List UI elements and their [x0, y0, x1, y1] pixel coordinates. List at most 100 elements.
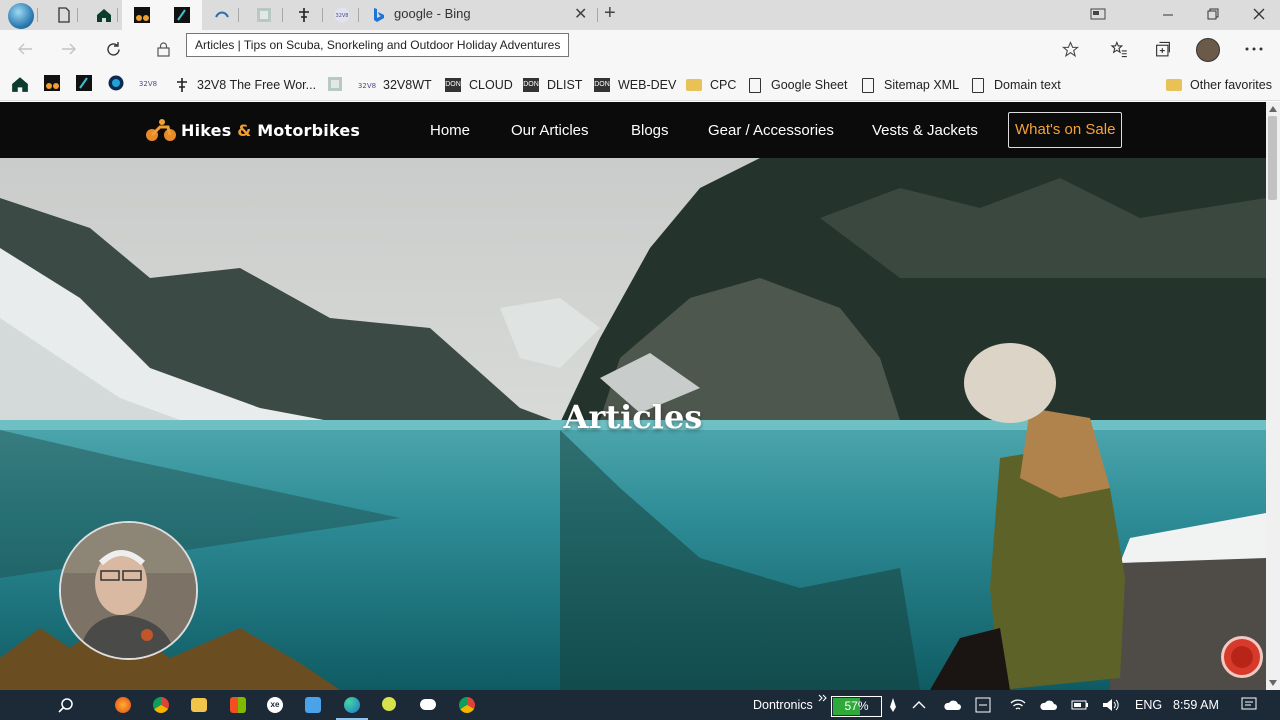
- favorite-item[interactable]: DON WEB-DEV: [594, 75, 676, 95]
- tab-document-2[interactable]: [50, 0, 78, 30]
- favorite-label: CPC: [710, 78, 737, 92]
- favorite-label: Google Sheet: [771, 78, 848, 92]
- wifi-icon[interactable]: [1010, 698, 1026, 712]
- pen-icon[interactable]: [888, 697, 898, 713]
- favorite-item[interactable]: 32V8 The Free Wor...: [174, 75, 316, 95]
- home-icon[interactable]: [11, 75, 29, 93]
- 32v8-icon[interactable]: 32V8: [139, 76, 157, 90]
- new-tab-button[interactable]: +: [604, 2, 616, 25]
- app-tray-icon[interactable]: [975, 697, 991, 713]
- motorbike-icon: [146, 119, 176, 141]
- favorite-item[interactable]: Google Sheet: [749, 75, 847, 95]
- tab-articles[interactable]: [162, 0, 202, 30]
- favorite-star-icon[interactable]: [1062, 41, 1079, 58]
- onedrive-icon[interactable]: [943, 699, 961, 711]
- hero-title: Articles: [563, 398, 703, 436]
- profile-avatar[interactable]: [1196, 38, 1220, 62]
- favorites-bar: 32V8 32V8 The Free Wor... 32V8 32V8WT DO…: [0, 70, 1280, 101]
- wave-icon: [215, 11, 229, 18]
- language-indicator[interactable]: ENG: [1135, 698, 1162, 712]
- circle-logo-icon[interactable]: [108, 75, 124, 91]
- chrome-icon[interactable]: [459, 697, 475, 713]
- tab-actions-icon[interactable]: [1090, 7, 1106, 21]
- favorite-item[interactable]: Sitemap XML: [862, 75, 959, 95]
- dkn-icon: DON: [445, 78, 461, 92]
- favorite-label: 32V8WT: [383, 78, 432, 92]
- restore-icon[interactable]: [1207, 8, 1219, 20]
- pin-icon: [177, 78, 187, 92]
- tab-image[interactable]: [245, 0, 283, 30]
- tab-pin[interactable]: [285, 0, 323, 30]
- active-tab-title: google - Bing: [394, 6, 471, 21]
- bing-icon: [374, 8, 384, 22]
- xe-icon[interactable]: xe: [267, 697, 283, 713]
- favorite-item[interactable]: CPC: [686, 75, 736, 95]
- favorite-item[interactable]: DON CLOUD: [445, 75, 513, 95]
- back-icon[interactable]: [17, 42, 33, 56]
- collections-icon[interactable]: [1154, 41, 1172, 58]
- motorbike-icon: [134, 7, 150, 23]
- close-window-icon[interactable]: [1253, 8, 1265, 20]
- battery-icon[interactable]: [1071, 699, 1089, 711]
- tab-wave[interactable]: [205, 0, 239, 30]
- nav-our-articles[interactable]: Our Articles: [511, 122, 589, 139]
- office-icon[interactable]: [230, 697, 246, 713]
- svg-text:32V8: 32V8: [336, 13, 349, 19]
- edge-icon[interactable]: [344, 697, 360, 713]
- cloud-app-icon[interactable]: [420, 699, 436, 710]
- nav-blogs[interactable]: Blogs: [631, 122, 669, 139]
- file-explorer-icon[interactable]: [191, 698, 207, 712]
- image-icon: [257, 8, 271, 22]
- nav-vests-jackets[interactable]: Vests & Jackets: [872, 122, 978, 139]
- minimize-icon[interactable]: [1162, 10, 1174, 20]
- app-icon[interactable]: [305, 697, 321, 713]
- pin-app-icon[interactable]: [382, 697, 396, 711]
- notifications-icon[interactable]: [1241, 697, 1257, 712]
- favorite-item[interactable]: Domain text: [972, 75, 1061, 95]
- nav-whats-on-sale[interactable]: What's on Sale: [1008, 112, 1123, 148]
- nav-home[interactable]: Home: [430, 122, 470, 139]
- refresh-icon[interactable]: [105, 41, 122, 58]
- chrome-icon[interactable]: [153, 697, 169, 713]
- motorbike-icon[interactable]: [44, 75, 60, 91]
- battery-meter[interactable]: 57%: [831, 696, 882, 717]
- logo-word-2: Motorbikes: [257, 120, 361, 140]
- volume-icon[interactable]: [1102, 698, 1120, 712]
- image-icon[interactable]: [327, 76, 343, 92]
- favorite-label: Sitemap XML: [884, 78, 960, 92]
- firefox-icon[interactable]: [115, 697, 131, 713]
- favorite-item[interactable]: DON DLIST: [523, 75, 582, 95]
- logo-text: Hikes & Motorbikes: [181, 121, 360, 140]
- other-favorites[interactable]: Other favorites: [1166, 75, 1272, 95]
- dkn-icon: DON: [594, 78, 610, 92]
- record-button[interactable]: [1221, 636, 1263, 678]
- folder-icon: [686, 79, 702, 91]
- nav-gear-accessories[interactable]: Gear / Accessories: [708, 122, 834, 139]
- 32v8-icon: 32V8: [358, 82, 376, 90]
- favorite-label: DLIST: [547, 78, 583, 92]
- close-tab-icon[interactable]: ✕: [574, 4, 587, 24]
- diver-icon[interactable]: [76, 75, 92, 91]
- scroll-thumb[interactable]: [1268, 116, 1277, 200]
- scroll-down-icon[interactable]: [1269, 680, 1277, 686]
- start-button[interactable]: [8, 3, 34, 29]
- favorites-icon[interactable]: [1110, 41, 1128, 58]
- favorite-item[interactable]: 32V8 32V8WT: [358, 75, 432, 95]
- site-logo[interactable]: Hikes & Motorbikes: [145, 114, 360, 146]
- scroll-up-icon[interactable]: [1269, 106, 1277, 112]
- lock-icon[interactable]: [157, 42, 170, 57]
- tab-home[interactable]: [90, 0, 118, 30]
- logo-word-1: Hikes: [181, 120, 232, 140]
- favorite-label: CLOUD: [469, 78, 513, 92]
- tray-expand-icon[interactable]: [818, 694, 828, 702]
- tab-motorbike[interactable]: [122, 0, 162, 30]
- search-icon[interactable]: [58, 697, 74, 713]
- tray-user[interactable]: Dontronics: [753, 698, 813, 712]
- forward-icon[interactable]: [61, 42, 77, 56]
- tab-32v8[interactable]: 32V8: [325, 0, 359, 30]
- cloud-icon[interactable]: [1039, 699, 1057, 711]
- chevron-up-icon[interactable]: [912, 700, 926, 710]
- document-icon: [862, 77, 874, 93]
- more-options-icon[interactable]: [1245, 47, 1263, 51]
- clock[interactable]: 8:59 AM: [1173, 698, 1219, 712]
